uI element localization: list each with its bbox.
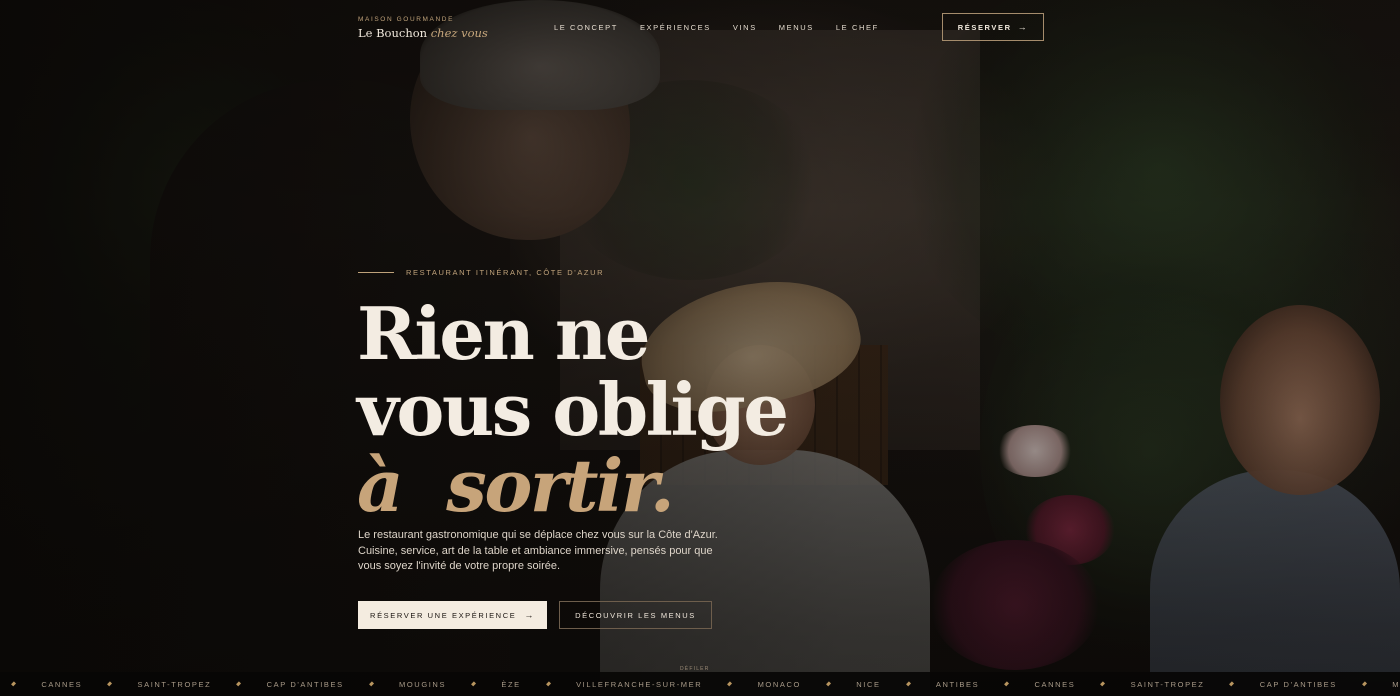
headline-line-2: vous oblige xyxy=(357,367,789,452)
brand-logo[interactable]: MAISON GOURMANDE Le Bouchon chez vous xyxy=(358,16,488,40)
brand-name-accent: chez vous xyxy=(430,26,488,40)
nav-item-chef[interactable]: LE CHEF xyxy=(836,23,879,32)
hero-eyebrow: RESTAURANT ITINÉRANT, CÔTE D'AZUR xyxy=(358,268,604,277)
diamond-icon xyxy=(11,681,17,687)
reserve-experience-button[interactable]: RÉSERVER UNE EXPÉRIENCE → xyxy=(358,601,547,629)
reserve-experience-label: RÉSERVER UNE EXPÉRIENCE xyxy=(370,610,517,620)
site-header: MAISON GOURMANDE Le Bouchon chez vous LE… xyxy=(0,0,1400,56)
ticker-item: NICE xyxy=(856,679,881,689)
ticker-item: CAP D'ANTIBES xyxy=(266,679,344,689)
headline-line-1: Rien ne xyxy=(357,291,651,376)
headline-line-3: à sortir. xyxy=(357,443,675,528)
main-nav: LE CONCEPT EXPÉRIENCES VINS MENUS LE CHE… xyxy=(554,23,901,32)
diamond-icon xyxy=(471,681,477,687)
hero-description: Le restaurant gastronomique qui se dépla… xyxy=(358,529,718,572)
diamond-icon xyxy=(826,681,832,687)
diamond-icon xyxy=(107,681,113,687)
brand-name-main: Le Bouchon xyxy=(358,26,428,40)
ticker-item: MONACO xyxy=(757,679,801,689)
arrow-right-icon: → xyxy=(1017,22,1029,32)
ticker-item: ANTIBES xyxy=(935,679,980,689)
diamond-icon xyxy=(1100,681,1106,687)
brand-kicker: MAISON GOURMANDE xyxy=(358,16,455,23)
ticker-item: VILLEFRANCHE-SUR-MER xyxy=(576,679,703,689)
eyebrow-divider xyxy=(358,272,394,273)
diamond-icon xyxy=(905,681,911,687)
reserve-button-label: RÉSERVER xyxy=(957,22,1012,32)
ticker-item: M xyxy=(1392,679,1400,689)
discover-menus-label: DÉCOUVRIR LES MENUS xyxy=(575,610,696,620)
ticker-item: CAP D'ANTIBES xyxy=(1259,679,1337,689)
ticker-item: SAINT-TROPEZ xyxy=(137,679,212,689)
ticker-item: CANNES xyxy=(1034,679,1076,689)
diamond-icon xyxy=(1004,681,1010,687)
ticker-item: MOUGINS xyxy=(399,679,447,689)
diamond-icon xyxy=(368,681,374,687)
locations-ticker: CANNES SAINT-TROPEZ CAP D'ANTIBES MOUGIN… xyxy=(0,672,1400,696)
diamond-icon xyxy=(545,681,552,687)
hero-headline: Rien ne vous oblige à sortir. xyxy=(357,291,789,528)
nav-item-experiences[interactable]: EXPÉRIENCES xyxy=(640,23,711,32)
nav-item-concept[interactable]: LE CONCEPT xyxy=(554,23,618,32)
ticker-item: ÈZE xyxy=(501,679,521,689)
diamond-icon xyxy=(727,681,733,687)
eyebrow-text: RESTAURANT ITINÉRANT, CÔTE D'AZUR xyxy=(406,268,605,277)
discover-menus-button[interactable]: DÉCOUVRIR LES MENUS xyxy=(559,601,712,629)
reserve-button[interactable]: RÉSERVER → xyxy=(942,13,1044,41)
diamond-icon xyxy=(1229,681,1235,687)
diamond-icon xyxy=(236,681,242,687)
ticker-item: CANNES xyxy=(41,679,83,689)
brand-name: Le Bouchon chez vous xyxy=(358,26,488,40)
ticker-item: SAINT-TROPEZ xyxy=(1130,679,1205,689)
arrow-right-icon: → xyxy=(524,610,535,620)
nav-item-vins[interactable]: VINS xyxy=(733,23,757,32)
nav-item-menus[interactable]: MENUS xyxy=(779,23,814,32)
diamond-icon xyxy=(1361,681,1368,687)
